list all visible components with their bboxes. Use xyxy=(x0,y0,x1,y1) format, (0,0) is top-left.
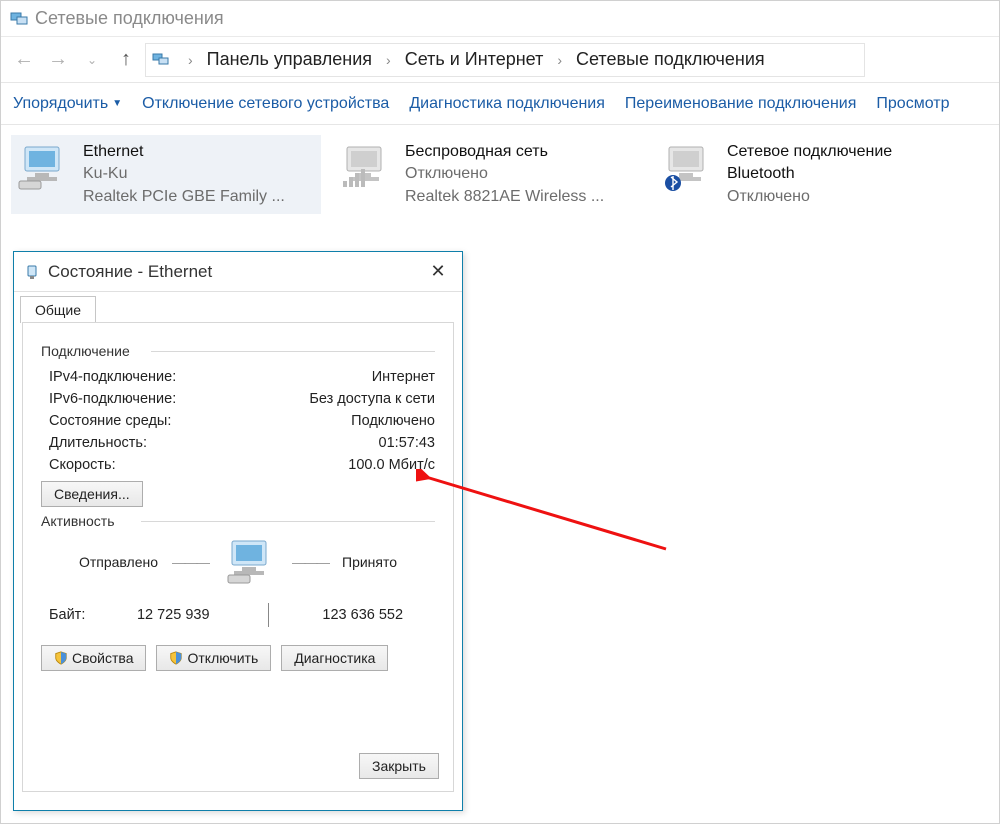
disable-button[interactable]: Отключить xyxy=(156,645,271,671)
titlebar: Сетевые подключения xyxy=(1,1,999,37)
disable-device-button[interactable]: Отключение сетевого устройства xyxy=(142,95,389,113)
adapter-name: Ethernet xyxy=(83,141,285,163)
chevron-right-icon[interactable]: › xyxy=(178,52,203,68)
chevron-right-icon[interactable]: › xyxy=(376,52,401,68)
ipv6-label: IPv6-подключение: xyxy=(49,391,176,407)
dialog-titlebar: Состояние - Ethernet ✕ xyxy=(14,252,462,292)
nav-up-button[interactable]: ↑ xyxy=(111,45,141,75)
adapter-wireless[interactable]: Беспроводная сеть Отключено Realtek 8821… xyxy=(333,135,643,214)
adapter-device: Realtek PCIe GBE Family ... xyxy=(83,186,285,208)
chevron-right-icon[interactable]: › xyxy=(547,52,572,68)
adapter-name: Беспроводная сеть xyxy=(405,141,604,163)
divider xyxy=(268,603,269,627)
duration-value: 01:57:43 xyxy=(379,435,435,451)
adapter-status: Ku-Ku xyxy=(83,163,285,185)
breadcrumb-seg[interactable]: Панель управления xyxy=(203,47,376,72)
ethernet-adapter-icon xyxy=(17,141,73,191)
bytes-sent: 12 725 939 xyxy=(109,607,238,623)
tabstrip: Общие xyxy=(14,292,462,322)
details-button[interactable]: Сведения... xyxy=(41,481,143,507)
shield-icon xyxy=(54,651,68,665)
dropdown-caret-icon: ▼ xyxy=(112,98,122,109)
breadcrumb-seg[interactable]: Сетевые подключения xyxy=(572,47,769,72)
organize-menu[interactable]: Упорядочить ▼ xyxy=(13,95,122,113)
toolbar: Упорядочить ▼ Отключение сетевого устрой… xyxy=(1,83,999,125)
bytes-label: Байт: xyxy=(49,607,109,623)
adapter-status: Отключено xyxy=(405,163,604,185)
speed-label: Скорость: xyxy=(49,457,116,473)
ipv4-label: IPv4-подключение: xyxy=(49,369,176,385)
close-dialog-button[interactable]: Закрыть xyxy=(359,753,439,779)
dash-icon: ——— xyxy=(292,554,328,570)
computer-icon xyxy=(222,539,278,585)
bluetooth-adapter-icon xyxy=(661,141,717,191)
properties-label: Свойства xyxy=(72,650,133,666)
network-icon xyxy=(9,9,29,29)
adapter-status: Отключено xyxy=(727,186,959,208)
view-connection-button[interactable]: Просмотр xyxy=(876,95,949,113)
media-value: Подключено xyxy=(351,413,435,429)
close-button[interactable]: ✕ xyxy=(424,258,452,286)
adapter-ethernet[interactable]: Ethernet Ku-Ku Realtek PCIe GBE Family .… xyxy=(11,135,321,214)
diagnostics-button[interactable]: Диагностика xyxy=(281,645,388,671)
nav-recent-dropdown[interactable]: ⌄ xyxy=(77,45,107,75)
media-label: Состояние среды: xyxy=(49,413,171,429)
bytes-recv: 123 636 552 xyxy=(299,607,428,623)
adapter-name: Сетевое подключение Bluetooth xyxy=(727,141,959,186)
ipv6-value: Без доступа к сети xyxy=(309,391,435,407)
dialog-title: Состояние - Ethernet xyxy=(48,262,212,282)
wireless-adapter-icon xyxy=(339,141,395,191)
ethernet-plug-icon xyxy=(24,264,40,280)
breadcrumb-bar[interactable]: › Панель управления › Сеть и Интернет › … xyxy=(145,43,865,77)
status-dialog: Состояние - Ethernet ✕ Общие Подключение… xyxy=(13,251,463,811)
recv-label: Принято xyxy=(342,554,397,570)
speed-value: 100.0 Мбит/с xyxy=(348,457,435,473)
window-title: Сетевые подключения xyxy=(35,8,224,29)
organize-label: Упорядочить xyxy=(13,95,108,113)
dash-icon: ——— xyxy=(172,554,208,570)
duration-label: Длительность: xyxy=(49,435,147,451)
diagnose-connection-button[interactable]: Диагностика подключения xyxy=(409,95,605,113)
disable-label: Отключить xyxy=(187,650,258,666)
explorer-window: Сетевые подключения ← → ⌄ ↑ › Панель упр… xyxy=(0,0,1000,824)
rename-connection-button[interactable]: Переименование подключения xyxy=(625,95,856,113)
ipv4-value: Интернет xyxy=(372,369,435,385)
sent-label: Отправлено xyxy=(79,554,158,570)
network-icon xyxy=(152,51,170,69)
group-activity: Активность xyxy=(41,513,435,529)
breadcrumb-seg[interactable]: Сеть и Интернет xyxy=(401,47,548,72)
tab-general[interactable]: Общие xyxy=(20,296,96,323)
addressbar: ← → ⌄ ↑ › Панель управления › Сеть и Инт… xyxy=(1,37,999,83)
shield-icon xyxy=(169,651,183,665)
adapter-device: Realtek 8821AE Wireless ... xyxy=(405,186,604,208)
adapter-bluetooth[interactable]: Сетевое подключение Bluetooth Отключено xyxy=(655,135,965,214)
properties-button[interactable]: Свойства xyxy=(41,645,146,671)
nav-back-button[interactable]: ← xyxy=(9,45,39,75)
dialog-body: Подключение IPv4-подключение: Интернет IP… xyxy=(22,322,454,792)
nav-forward-button[interactable]: → xyxy=(43,45,73,75)
group-connection: Подключение xyxy=(41,343,435,359)
adapters-area: Ethernet Ku-Ku Realtek PCIe GBE Family .… xyxy=(1,125,999,224)
